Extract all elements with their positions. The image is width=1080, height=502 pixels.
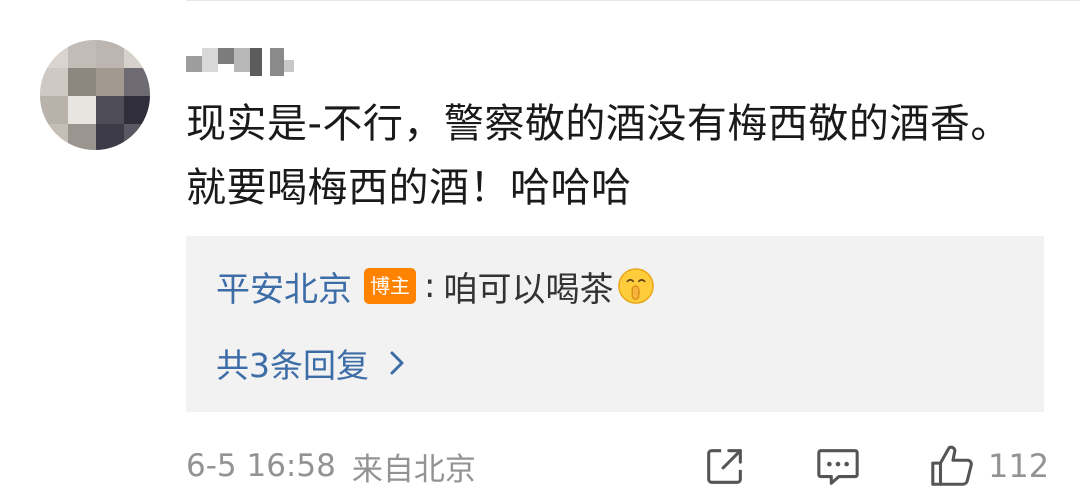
like-count: 112: [988, 447, 1050, 485]
share-icon: [707, 449, 742, 484]
reply-colon: :: [424, 266, 436, 306]
comment-card: 现实是-不行，警察敬的酒没有梅西敬的酒香。就要喝梅西的酒！哈哈哈 平安北京 博主…: [0, 0, 1080, 502]
timestamp: 6-5 16:58: [186, 448, 336, 484]
like-button[interactable]: 112: [928, 440, 1049, 492]
shushing-face-emoji-icon: [618, 268, 655, 304]
comment-text: 现实是-不行，警察敬的酒没有梅西敬的酒香。就要喝梅西的酒！哈哈哈: [186, 101, 1011, 211]
share-button[interactable]: [702, 440, 748, 492]
top-divider: [186, 0, 1080, 1]
comment-icon: [817, 449, 859, 485]
thumbs-up-icon: [931, 445, 973, 486]
reply-box[interactable]: 平安北京 博主 : 咱可以喝茶 共3条回复: [186, 236, 1044, 412]
username-obscured[interactable]: [186, 40, 296, 84]
reply-comment-button[interactable]: [814, 440, 862, 492]
reply-line: 平安北京 博主 : 咱可以喝茶: [216, 260, 655, 312]
reply-author-link[interactable]: 平安北京: [216, 262, 352, 311]
blogger-badge: 博主: [364, 268, 416, 304]
more-replies-label: 共3条回复: [216, 346, 369, 385]
reply-text: 咱可以喝茶: [443, 269, 614, 310]
location: 来自北京: [351, 451, 476, 488]
comment-meta: 6-5 16:58 来自北京: [186, 442, 476, 490]
avatar[interactable]: [40, 40, 150, 150]
more-replies-link[interactable]: 共3条回复: [216, 338, 411, 388]
chevron-right-icon: [390, 351, 404, 375]
